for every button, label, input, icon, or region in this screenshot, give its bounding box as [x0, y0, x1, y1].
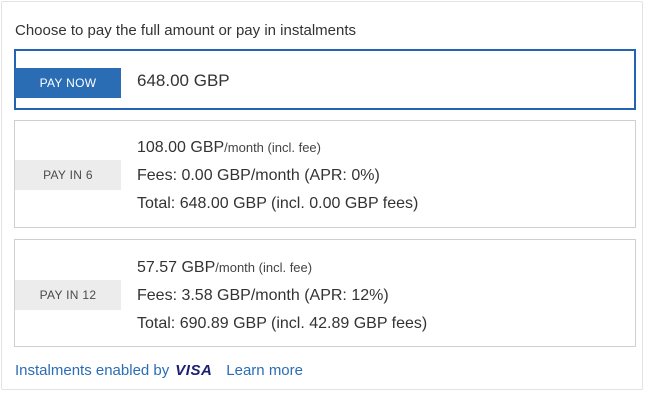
visa-logo: VISA: [175, 362, 213, 379]
instalment-panel: Choose to pay the full amount or pay in …: [1, 1, 643, 390]
learn-more-link[interactable]: Learn more: [226, 362, 303, 379]
panel-heading: Choose to pay the full amount or pay in …: [15, 22, 357, 39]
pay-in-6-total: Total: 648.00 GBP (incl. 0.00 GBP fees): [137, 195, 419, 212]
pay-in-6-monthly: 108.00 GBP/month (incl. fee): [137, 138, 418, 166]
pay-in-6-unit: /month (incl. fee): [224, 140, 321, 155]
pay-now-details: 648.00 GBP: [137, 71, 230, 99]
pay-in-12-unit: /month (incl. fee): [215, 260, 313, 275]
pay-in-6-details: 108.00 GBP/month (incl. fee) Fees: 0.00 …: [137, 138, 418, 222]
pay-in-12-monthly: 57.57 GBP/month (incl. fee): [137, 258, 427, 286]
tag-pay-in-6: PAY IN 6: [15, 160, 121, 190]
option-pay-in-12[interactable]: PAY IN 12 57.57 GBP/month (incl. fee) Fe…: [14, 239, 636, 347]
enabled-by-text: Instalments enabled by: [15, 362, 170, 379]
pay-now-amount: 648.00 GBP: [137, 71, 230, 90]
pay-in-6-fees: Fees: 0.00 GBP/month (APR: 0%): [137, 167, 380, 184]
instalments-footer: Instalments enabled by VISA Learn more: [15, 362, 303, 379]
pay-in-12-details: 57.57 GBP/month (incl. fee) Fees: 3.58 G…: [137, 258, 427, 342]
pay-in-12-total: Total: 690.89 GBP (incl. 42.89 GBP fees): [137, 315, 428, 332]
pay-in-12-amount: 57.57 GBP: [137, 259, 216, 276]
tag-pay-in-12: PAY IN 12: [15, 280, 121, 310]
pay-in-6-amount: 108.00 GBP: [137, 139, 225, 156]
option-pay-in-6[interactable]: PAY IN 6 108.00 GBP/month (incl. fee) Fe…: [14, 120, 636, 228]
option-pay-now[interactable]: PAY NOW 648.00 GBP: [14, 49, 636, 110]
tag-pay-now: PAY NOW: [15, 68, 121, 98]
pay-in-12-fees: Fees: 3.58 GBP/month (APR: 12%): [137, 287, 389, 304]
